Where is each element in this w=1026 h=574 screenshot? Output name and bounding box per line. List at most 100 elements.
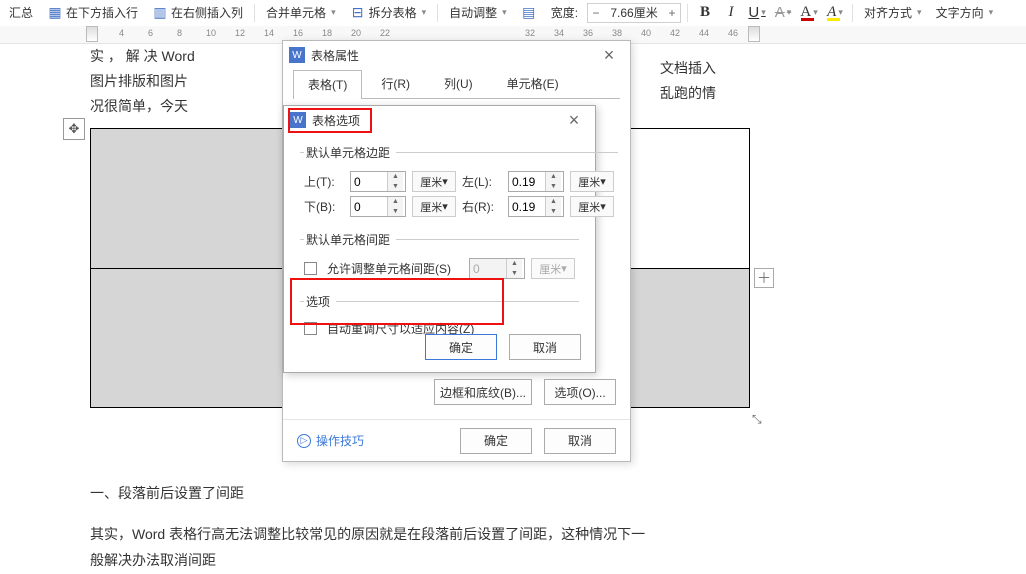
ruler-tick: 44	[699, 28, 709, 38]
unit-select[interactable]: 厘米▾	[412, 196, 456, 217]
width-label: 宽度:	[546, 4, 583, 21]
insert-row-icon: ▦	[47, 5, 63, 21]
unit-select[interactable]: 厘米▾	[412, 171, 456, 192]
ruler-tick: 16	[293, 28, 303, 38]
ok-button[interactable]: 确定	[460, 428, 532, 454]
ruler-tick: 34	[554, 28, 564, 38]
ruler-tick: 4	[119, 28, 124, 38]
insert-col-right-button[interactable]: ▥ 在右侧插入列	[147, 4, 248, 21]
document-body-below[interactable]: 一、段落前后设置了间距 其实，Word 表格行高无法调整比较常见的原因就是在段落…	[90, 480, 996, 574]
ruler-tick: 36	[583, 28, 593, 38]
outer-dialog-footer: ▷ 操作技巧 确定 取消	[283, 419, 630, 461]
allow-spacing-label: 允许调整单元格间距(S)	[327, 260, 451, 277]
play-icon: ▷	[297, 434, 311, 448]
bottom-label: 下(B):	[304, 198, 344, 215]
options-button[interactable]: 选项(O)...	[544, 379, 616, 405]
split-table-button[interactable]: ⊟ 拆分表格▾	[345, 4, 432, 21]
right-indent-marker[interactable]	[748, 26, 760, 42]
top-label: 上(T):	[304, 173, 344, 190]
dialog-titlebar[interactable]: W 表格属性 ×	[283, 41, 630, 69]
underline-button[interactable]: U▾	[746, 3, 768, 23]
group-label: 默认单元格边距	[304, 144, 396, 161]
right-margin-input[interactable]: ▲▼	[508, 196, 564, 217]
ruler-tick: 42	[670, 28, 680, 38]
table-options-dialog: W 表格选项 × 默认单元格边距 上(T): ▲▼ 厘米▾ 左(L): ▲▼ 厘…	[283, 105, 596, 373]
highlight-button[interactable]: A▾	[824, 3, 846, 23]
insert-row-below-button[interactable]: ▦ 在下方插入行	[42, 4, 143, 21]
bottom-margin-input[interactable]: ▲▼	[350, 196, 406, 217]
ruler-tick: 38	[612, 28, 622, 38]
text-line: 文档插入	[660, 56, 770, 81]
width-increase[interactable]: +	[664, 6, 680, 20]
table-move-handle[interactable]: ✥	[63, 118, 85, 140]
autofit-button[interactable]: 自动调整▾	[444, 4, 512, 21]
default-margin-group: 默认单元格边距 上(T): ▲▼ 厘米▾ 左(L): ▲▼ 厘米▾ 下(B): …	[300, 144, 618, 223]
auto-resize-checkbox[interactable]	[304, 322, 317, 335]
left-margin-input[interactable]: ▲▼	[508, 171, 564, 192]
ribbon-toolbar: 汇总 ▦ 在下方插入行 ▥ 在右侧插入列 合并单元格▾ ⊟ 拆分表格▾ 自动调整…	[0, 0, 1026, 26]
left-label: 左(L):	[462, 173, 502, 190]
text-line: 般解决办法取消间距	[90, 547, 996, 574]
table-cell[interactable]	[91, 268, 311, 408]
ruler-tick: 20	[351, 28, 361, 38]
group-label: 默认单元格间距	[304, 231, 396, 248]
width-value[interactable]: 7.66厘米	[604, 4, 664, 21]
document-body-right: 文档插入 乱跑的情	[660, 56, 770, 106]
dialog-title: 表格属性	[311, 47, 594, 64]
bold-button[interactable]: B	[694, 3, 716, 23]
left-indent-marker[interactable]	[86, 26, 98, 42]
right-label: 右(R):	[462, 198, 502, 215]
border-shading-button[interactable]: 边框和底纹(B)...	[434, 379, 532, 405]
ruler-tick: 14	[264, 28, 274, 38]
cancel-button[interactable]: 取消	[544, 428, 616, 454]
cancel-button[interactable]: 取消	[509, 334, 581, 360]
default-spacing-group: 默认单元格间距 允许调整单元格间距(S) ▲▼ 厘米▾	[300, 231, 579, 285]
ruler-tick: 10	[206, 28, 216, 38]
unit-select[interactable]: 厘米▾	[570, 171, 614, 192]
text-line: 乱跑的情	[660, 81, 770, 106]
table-resize-handle[interactable]: ⤡	[752, 412, 766, 426]
ruler-tick: 12	[235, 28, 245, 38]
italic-button[interactable]: I	[720, 3, 742, 23]
tips-link[interactable]: ▷ 操作技巧	[297, 432, 364, 449]
dialog-tabs: 表格(T) 行(R) 列(U) 单元格(E)	[283, 69, 630, 98]
cell-size-icon[interactable]: ▤	[516, 5, 542, 21]
insert-col-icon: ▥	[152, 5, 168, 21]
top-margin-input[interactable]: ▲▼	[350, 171, 406, 192]
ok-button[interactable]: 确定	[425, 334, 497, 360]
summarize-button[interactable]: 汇总	[4, 4, 38, 21]
outer-dialog-extra-buttons: 边框和底纹(B)... 选项(O)...	[434, 379, 616, 405]
tab-table[interactable]: 表格(T)	[293, 70, 362, 99]
ruler-tick: 40	[641, 28, 651, 38]
spacing-input: ▲▼	[469, 258, 525, 279]
tab-row[interactable]: 行(R)	[366, 69, 425, 98]
alignment-button[interactable]: 对齐方式▾	[859, 4, 927, 21]
app-icon: W	[289, 47, 305, 63]
unit-select[interactable]: 厘米▾	[570, 196, 614, 217]
heading-line: 一、段落前后设置了间距	[90, 480, 996, 507]
text-direction-button[interactable]: 文字方向▾	[931, 4, 999, 21]
dialog-titlebar[interactable]: W 表格选项 ×	[284, 106, 595, 134]
text-line: 其实，Word 表格行高无法调整比较常见的原因就是在段落前后设置了间距，这种情况…	[90, 521, 996, 548]
width-stepper[interactable]: − 7.66厘米 +	[587, 3, 681, 23]
close-icon[interactable]: ×	[594, 45, 624, 66]
tab-cell[interactable]: 单元格(E)	[492, 69, 574, 98]
ruler-tick: 32	[525, 28, 535, 38]
table-cell[interactable]	[91, 129, 311, 269]
table-properties-dialog: W 表格属性 × 表格(T) 行(R) 列(U) 单元格(E) W 表格选项 ×…	[282, 40, 631, 462]
width-decrease[interactable]: −	[588, 6, 604, 20]
add-column-handle[interactable]: ＋	[754, 268, 774, 288]
tab-column[interactable]: 列(U)	[429, 69, 488, 98]
ruler-tick: 18	[322, 28, 332, 38]
allow-spacing-checkbox[interactable]	[304, 262, 317, 275]
dialog-title: 表格选项	[312, 112, 559, 129]
merge-cells-button[interactable]: 合并单元格▾	[261, 4, 341, 21]
ruler-tick: 6	[148, 28, 153, 38]
strike-button[interactable]: A▾	[772, 3, 794, 23]
group-label: 选项	[304, 293, 336, 310]
font-color-button[interactable]: A▾	[798, 3, 820, 23]
ruler-tick: 8	[177, 28, 182, 38]
ruler-tick: 22	[380, 28, 390, 38]
ruler-tick: 46	[728, 28, 738, 38]
close-icon[interactable]: ×	[559, 110, 589, 131]
